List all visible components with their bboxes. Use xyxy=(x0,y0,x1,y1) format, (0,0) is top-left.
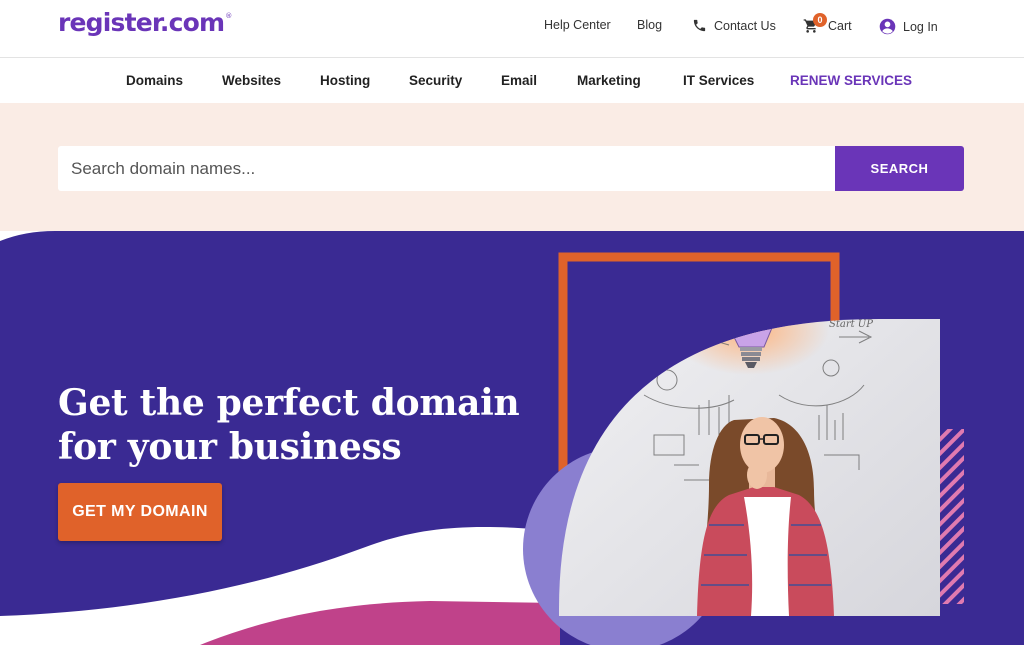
nav-item-marketing[interactable]: Marketing xyxy=(577,73,641,88)
help-center-link[interactable]: Help Center xyxy=(544,18,611,32)
sketch-start-up-text: Start UP xyxy=(829,319,873,330)
cart-icon: 0 xyxy=(803,13,827,34)
search-section: SEARCH xyxy=(0,103,1024,231)
registered-mark: ® xyxy=(225,11,232,20)
search-button[interactable]: SEARCH xyxy=(835,146,964,191)
hero-photo: Start UP xyxy=(559,319,940,616)
hero-title-line-2: for your business xyxy=(58,426,402,468)
get-my-domain-button[interactable]: GET MY DOMAIN xyxy=(58,483,222,541)
hero-title: Get the perfect domain for your business xyxy=(58,381,520,469)
nav-item-domains[interactable]: Domains xyxy=(126,73,183,88)
cart-label: Cart xyxy=(828,19,852,33)
log-in-link[interactable]: Log In xyxy=(879,18,938,35)
phone-icon xyxy=(692,18,707,33)
top-header: register.com® Help Center Blog Contact U… xyxy=(0,0,1024,58)
blog-label: Blog xyxy=(637,18,663,32)
register-logo[interactable]: register.com® xyxy=(58,8,232,37)
log-in-label: Log In xyxy=(903,19,938,34)
logo-text: register.com xyxy=(58,8,225,37)
help-center-label: Help Center xyxy=(544,18,611,32)
main-nav: Domains Websites Hosting Security Email … xyxy=(0,59,1024,103)
nav-item-security[interactable]: Security xyxy=(409,73,462,88)
nav-item-email[interactable]: Email xyxy=(501,73,537,88)
nav-item-websites[interactable]: Websites xyxy=(222,73,281,88)
hero-title-line-1: Get the perfect domain xyxy=(58,382,520,424)
nav-item-renew-services[interactable]: RENEW SERVICES xyxy=(790,73,912,88)
contact-us-label: Contact Us xyxy=(714,18,776,33)
nav-item-hosting[interactable]: Hosting xyxy=(320,73,370,88)
hero-banner: Start UP Get the perfect domain for your… xyxy=(0,231,1024,645)
cart-count-badge: 0 xyxy=(813,13,827,27)
nav-item-it-services[interactable]: IT Services xyxy=(683,73,754,88)
user-icon xyxy=(879,18,896,35)
cart-link[interactable]: 0 Cart xyxy=(803,13,852,34)
domain-search-input[interactable] xyxy=(58,146,835,191)
blog-link[interactable]: Blog xyxy=(637,18,662,32)
contact-us-link[interactable]: Contact Us xyxy=(692,18,776,33)
